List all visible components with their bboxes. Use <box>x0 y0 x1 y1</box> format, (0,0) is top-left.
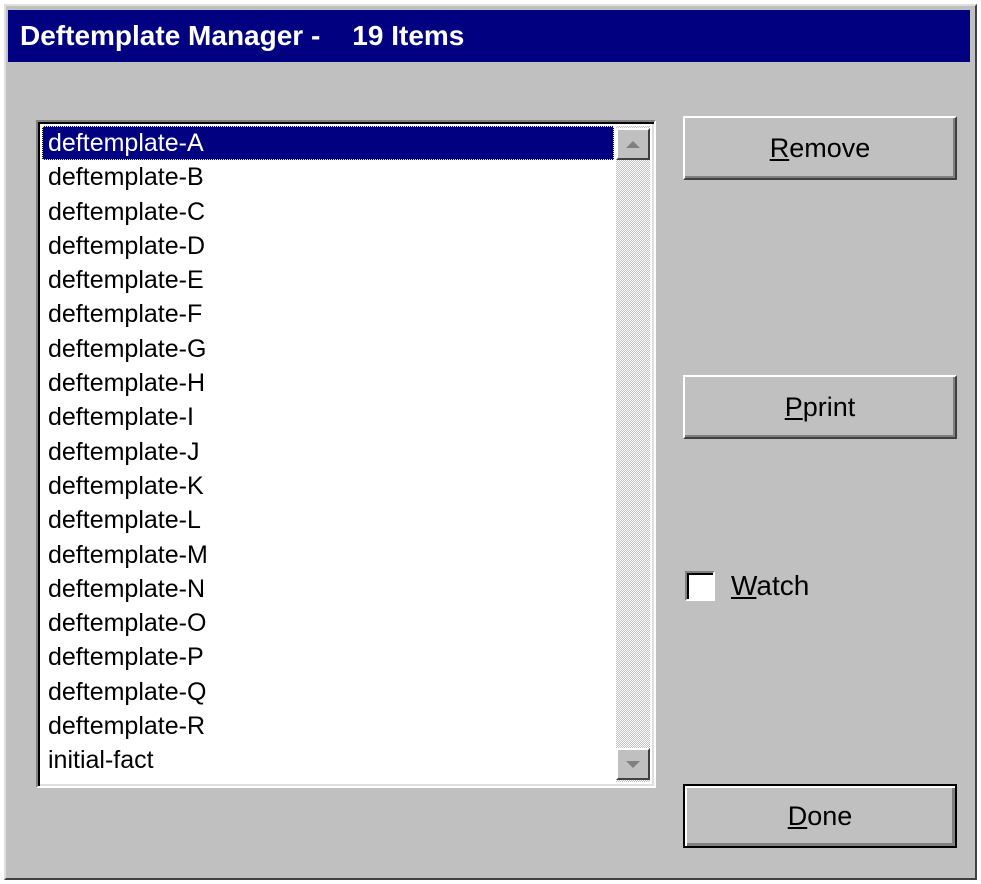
list-item[interactable]: deftemplate-R <box>42 709 614 743</box>
watch-checkbox[interactable] <box>685 571 715 601</box>
watch-checkbox-group[interactable]: Watch <box>685 568 809 604</box>
deftemplate-list: deftemplate-A deftemplate-B deftemplate-C d… <box>42 126 614 778</box>
list-item[interactable]: deftemplate-H <box>42 366 614 400</box>
done-mnemonic: D <box>787 800 808 831</box>
scroll-down-button[interactable] <box>616 748 650 780</box>
list-item[interactable]: initial-fact <box>42 743 614 777</box>
down-arrow-icon <box>626 760 640 768</box>
list-item[interactable]: deftemplate-M <box>42 538 614 572</box>
list-item[interactable]: deftemplate-J <box>42 435 614 469</box>
pprint-button[interactable]: Pprint <box>683 375 957 439</box>
window-title: Deftemplate Manager - <box>20 20 321 51</box>
list-item[interactable]: deftemplate-A <box>42 126 614 161</box>
done-label: one <box>807 800 853 831</box>
list-item[interactable]: deftemplate-O <box>42 606 614 640</box>
remove-label: emove <box>789 132 871 163</box>
item-count: 19 Items <box>352 20 465 51</box>
list-item[interactable]: deftemplate-K <box>42 469 614 503</box>
pprint-label: print <box>802 391 856 422</box>
list-item[interactable]: deftemplate-D <box>42 229 614 263</box>
list-item[interactable]: deftemplate-N <box>42 572 614 606</box>
list-item[interactable]: deftemplate-B <box>42 160 614 194</box>
list-item[interactable]: deftemplate-Q <box>42 675 614 709</box>
scroll-up-button[interactable] <box>616 128 650 160</box>
list-item[interactable]: deftemplate-P <box>42 640 614 674</box>
list-item[interactable]: deftemplate-G <box>42 332 614 366</box>
vertical-scrollbar[interactable] <box>616 126 650 782</box>
deftemplate-listbox[interactable]: deftemplate-A deftemplate-B deftemplate-C d… <box>36 120 656 788</box>
remove-button[interactable]: Remove <box>683 116 957 180</box>
remove-mnemonic: R <box>769 132 790 163</box>
list-item[interactable]: deftemplate-I <box>42 400 614 434</box>
watch-mnemonic: W <box>731 570 757 601</box>
watch-label: Watch <box>731 570 809 602</box>
list-item[interactable]: deftemplate-E <box>42 263 614 297</box>
title-bar[interactable]: Deftemplate Manager - 19 Items <box>8 10 970 62</box>
up-arrow-icon <box>626 140 640 148</box>
list-item[interactable]: deftemplate-L <box>42 503 614 537</box>
watch-label-rest: atch <box>756 570 810 601</box>
done-button[interactable]: Done <box>683 784 957 848</box>
list-item[interactable]: deftemplate-C <box>42 195 614 229</box>
list-item[interactable]: deftemplate-F <box>42 297 614 331</box>
pprint-mnemonic: P <box>784 391 803 422</box>
